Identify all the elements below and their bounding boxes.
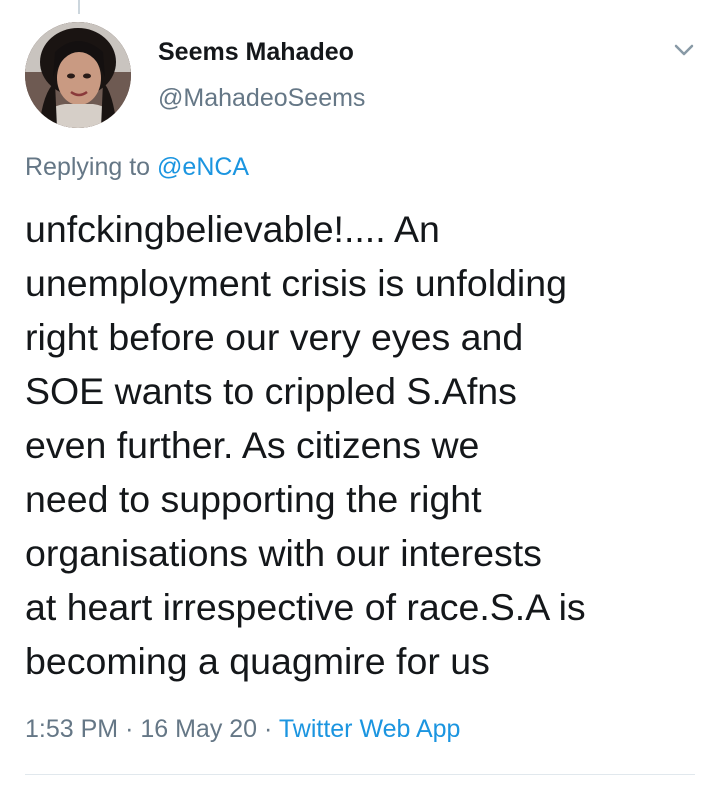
- user-display-name[interactable]: Seems Mahadeo: [158, 38, 354, 67]
- meta-separator: ·: [125, 715, 134, 743]
- tweet-date[interactable]: 16 May 20: [140, 715, 257, 743]
- avatar[interactable]: [25, 22, 131, 128]
- divider: [25, 774, 695, 775]
- tweet-text-line: organisations with our interests: [25, 532, 542, 574]
- meta-separator: ·: [264, 715, 273, 743]
- user-handle[interactable]: @MahadeoSeems: [158, 84, 365, 113]
- tweet-text-line: at heart irrespective of race.S.A is: [25, 586, 586, 628]
- replying-to: Replying to @eNCA: [25, 153, 249, 182]
- reply-mention-link[interactable]: @eNCA: [157, 153, 249, 181]
- thread-connector-line: [78, 0, 80, 14]
- tweet-text-line: right before our very eyes and: [25, 316, 524, 358]
- tweet-source-link[interactable]: Twitter Web App: [279, 715, 461, 743]
- tweet-text-line: SOE wants to crippled S.Afns: [25, 370, 517, 412]
- replying-to-label: Replying to: [25, 153, 151, 181]
- avatar-image: [25, 22, 131, 128]
- tweet-text: unfckingbelievable!.... An unemployment …: [25, 202, 705, 688]
- tweet-text-line: need to supporting the right: [25, 478, 482, 520]
- tweet-time[interactable]: 1:53 PM: [25, 715, 118, 743]
- tweet-metadata: 1:53 PM · 16 May 20 · Twitter Web App: [25, 715, 460, 744]
- tweet-text-line: becoming a quagmire for us: [25, 640, 490, 682]
- tweet-text-line: unemployment crisis is unfolding: [25, 262, 567, 304]
- tweet-text-line: unfckingbelievable!.... An: [25, 208, 440, 250]
- tweet-text-line: even further. As citizens we: [25, 424, 480, 466]
- chevron-down-icon[interactable]: [666, 36, 702, 66]
